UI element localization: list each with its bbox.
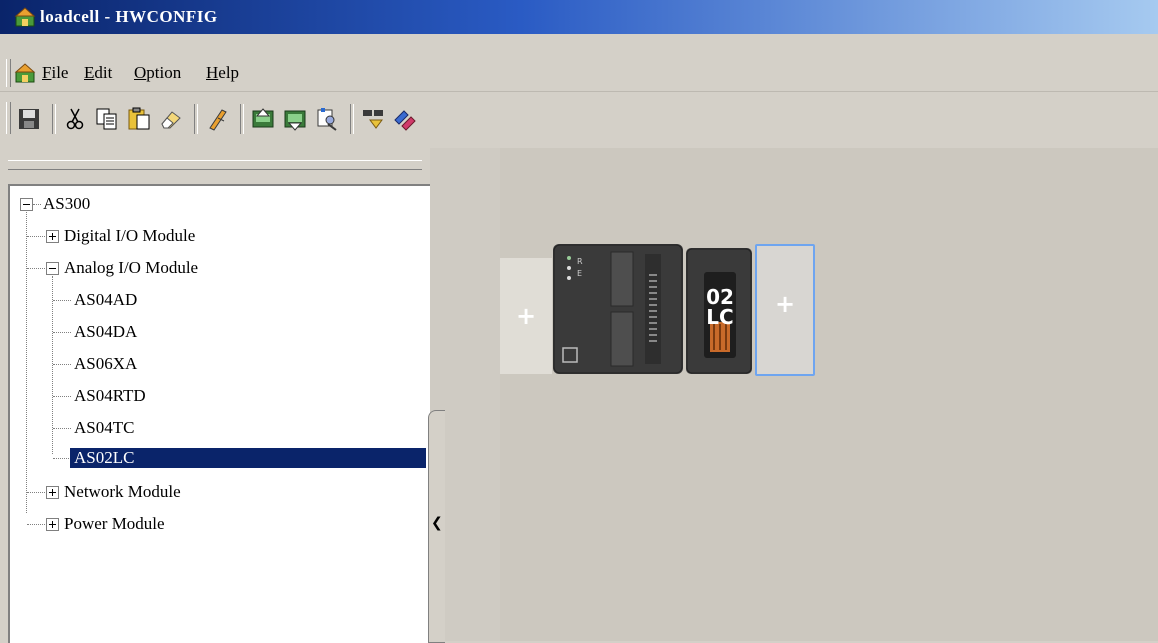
scan-icon[interactable] <box>314 106 340 132</box>
menu-file[interactable]: File <box>42 63 68 83</box>
module-label-bottom: LC <box>706 305 733 329</box>
tree-collapse-toggle[interactable] <box>46 262 59 275</box>
tree-item-as04tc[interactable]: AS04TC <box>74 418 134 438</box>
collapse-panel-handle[interactable]: ❮ <box>428 410 445 643</box>
panel-splitter[interactable] <box>8 160 422 170</box>
tree-item-as04da[interactable]: AS04DA <box>74 322 137 342</box>
wand-icon[interactable] <box>204 106 230 132</box>
menu-help[interactable]: Help <box>206 63 239 83</box>
svg-text:R: R <box>577 257 583 266</box>
module-panel: AS300 Digital I/O Module Analog I/O Modu… <box>0 148 430 643</box>
empty-slot-left[interactable]: + <box>500 258 552 374</box>
add-module-icon: + <box>774 290 796 318</box>
tree-group-digital-io[interactable]: Digital I/O Module <box>64 226 195 246</box>
download-icon[interactable] <box>282 106 308 132</box>
as02lc-module-graphic: 02 LC <box>686 248 752 374</box>
tree-root-as300[interactable]: AS300 <box>43 194 90 214</box>
cpu-module[interactable]: R E <box>553 244 683 374</box>
as02lc-module[interactable]: 02 LC <box>686 248 752 374</box>
tree-item-as04rtd[interactable]: AS04RTD <box>74 386 146 406</box>
svg-text:E: E <box>577 269 582 278</box>
tree-item-as06xa[interactable]: AS06XA <box>74 354 137 374</box>
empty-slot-next[interactable]: + <box>755 244 815 376</box>
save-icon[interactable] <box>16 106 42 132</box>
online-icon[interactable] <box>360 106 386 132</box>
tree-item-as04ad[interactable]: AS04AD <box>74 290 137 310</box>
rack-workspace[interactable] <box>500 148 1158 641</box>
cpu-module-graphic: R E <box>553 244 683 374</box>
menu-option[interactable]: Option <box>134 63 181 83</box>
tree-item-as02lc[interactable]: AS02LC <box>69 447 427 469</box>
chevron-left-icon: ❮ <box>431 515 443 531</box>
menu-bar: File Edit Option Help <box>0 55 1158 92</box>
tree-collapse-toggle[interactable] <box>20 198 33 211</box>
tree-group-network[interactable]: Network Module <box>64 482 181 502</box>
tree-expand-toggle[interactable] <box>46 486 59 499</box>
hwconfig-icon <box>14 7 36 27</box>
connect-icon[interactable] <box>392 106 418 132</box>
module-tree[interactable]: AS300 Digital I/O Module Analog I/O Modu… <box>8 184 430 643</box>
title-bar: loadcell - HWCONFIG <box>0 0 1158 34</box>
menu-edit[interactable]: Edit <box>84 63 112 83</box>
paste-icon[interactable] <box>126 106 152 132</box>
tree-group-analog-io[interactable]: Analog I/O Module <box>64 258 198 278</box>
window-title: loadcell - HWCONFIG <box>40 7 218 26</box>
tree-group-power[interactable]: Power Module <box>64 514 165 534</box>
upload-icon[interactable] <box>250 106 276 132</box>
copy-icon[interactable] <box>94 106 120 132</box>
tree-expand-toggle[interactable] <box>46 230 59 243</box>
toolbar <box>0 92 1158 144</box>
toolbar-grip <box>6 102 11 134</box>
tree-expand-toggle[interactable] <box>46 518 59 531</box>
menu-grip <box>6 59 11 87</box>
cut-icon[interactable] <box>62 106 88 132</box>
hwconfig-icon[interactable] <box>14 62 36 84</box>
add-module-icon: + <box>515 302 537 330</box>
eraser-icon[interactable] <box>158 106 184 132</box>
